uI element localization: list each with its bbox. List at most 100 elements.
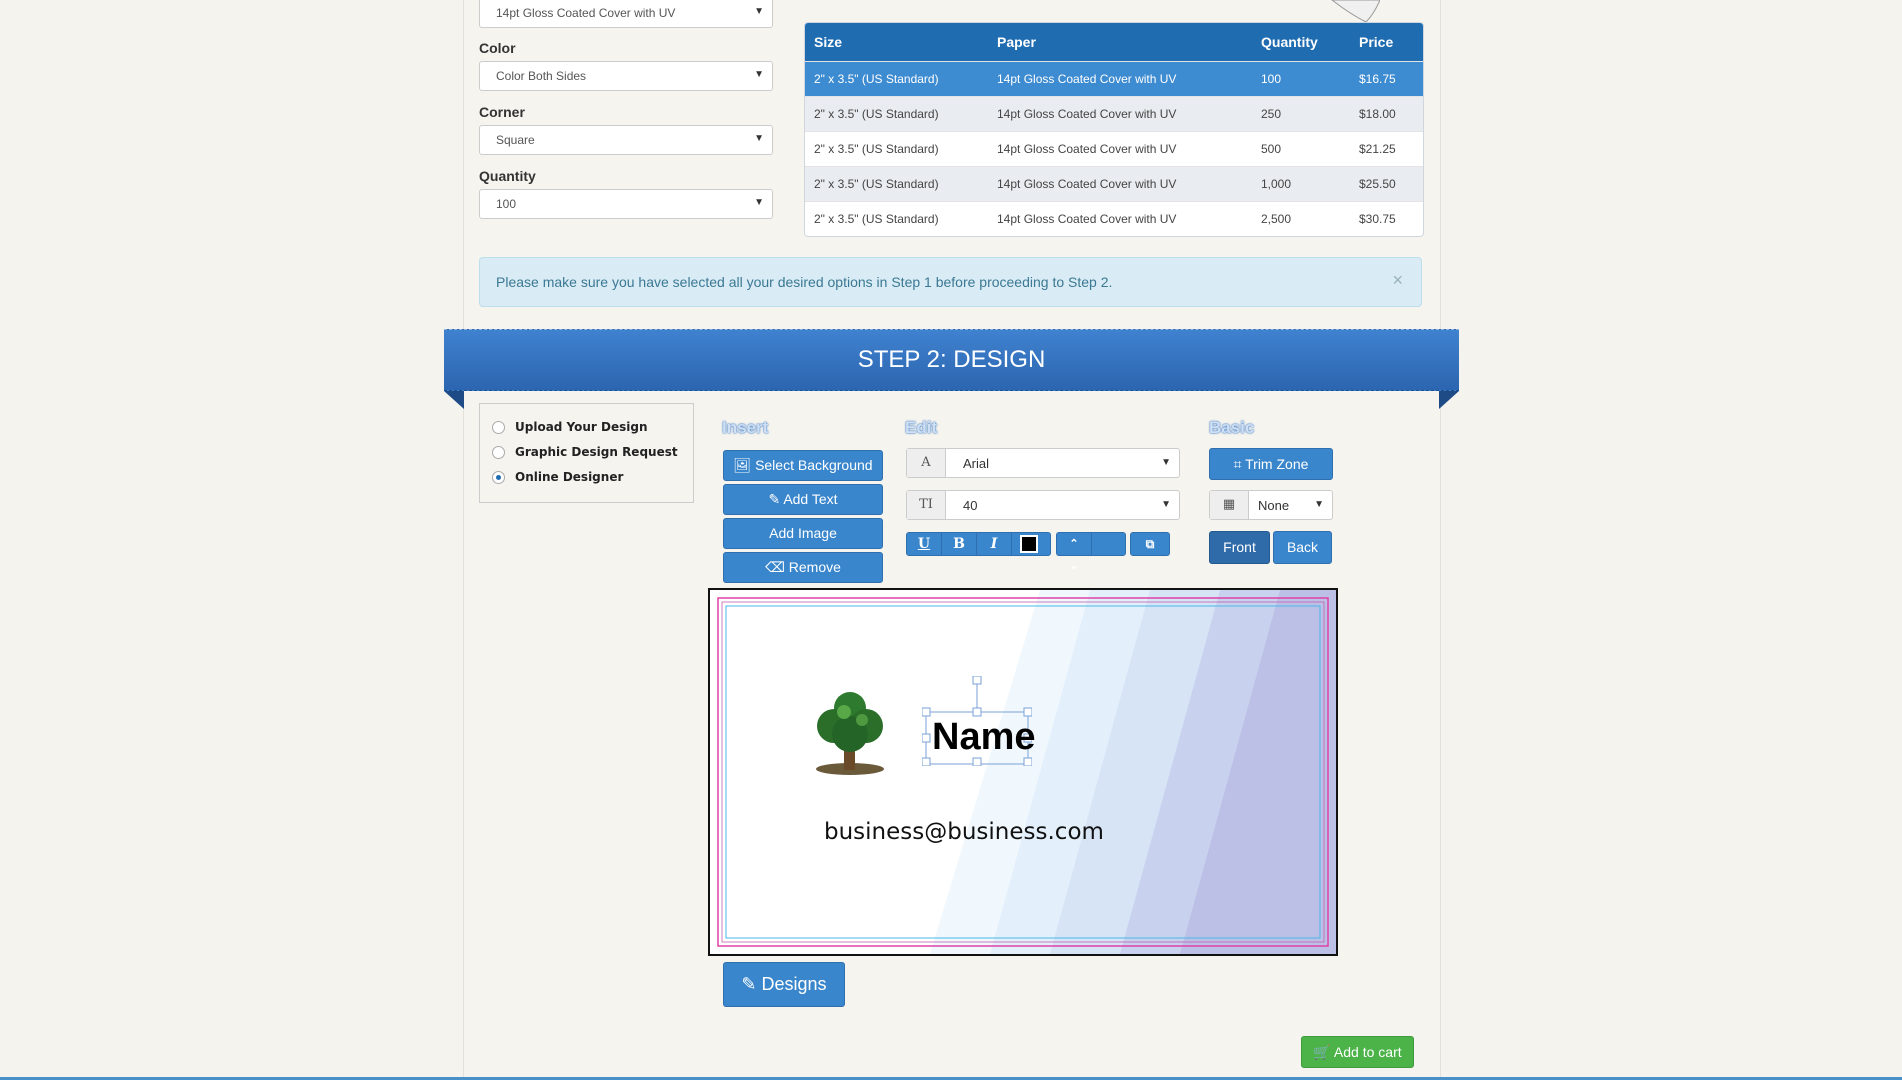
remove-button[interactable]: ⌫ Remove bbox=[723, 552, 883, 583]
cell-size: 2" x 3.5" (US Standard) bbox=[805, 96, 988, 132]
add-text-button[interactable]: ✎ Add Text bbox=[723, 484, 883, 515]
banner-fold-right bbox=[1439, 391, 1459, 409]
add-to-cart-button[interactable]: 🛒 Add to cart bbox=[1301, 1036, 1414, 1068]
cell-paper: 14pt Gloss Coated Cover with UV bbox=[988, 131, 1252, 167]
select-background-button[interactable]: 🖼 Select Background bbox=[723, 450, 883, 481]
option-label: Online Designer bbox=[515, 470, 624, 484]
cell-quantity: 250 bbox=[1252, 96, 1350, 132]
front-label: Front bbox=[1223, 539, 1256, 555]
card-name-text[interactable]: Name bbox=[932, 716, 1036, 759]
table-row[interactable]: 2" x 3.5" (US Standard) 14pt Gloss Coate… bbox=[805, 96, 1423, 132]
grid-select[interactable]: ▦ None ▼ bbox=[1209, 490, 1333, 520]
quantity-select-value: 100 bbox=[496, 197, 517, 211]
grid-value: None bbox=[1258, 498, 1290, 513]
cell-price: $30.75 bbox=[1350, 201, 1423, 236]
grid-icon: ▦ bbox=[1210, 491, 1249, 519]
front-side-button[interactable]: Front bbox=[1209, 531, 1270, 564]
cell-quantity: 2,500 bbox=[1252, 201, 1350, 236]
cell-paper: 14pt Gloss Coated Cover with UV bbox=[988, 166, 1252, 202]
alert-text: Please make sure you have selected all y… bbox=[496, 274, 1113, 290]
cell-price: $21.25 bbox=[1350, 131, 1423, 167]
cell-quantity: 1,000 bbox=[1252, 166, 1350, 202]
radio-button[interactable] bbox=[492, 446, 505, 459]
step2-banner: STEP 2: DESIGN bbox=[444, 329, 1459, 391]
cell-size: 2" x 3.5" (US Standard) bbox=[805, 201, 988, 236]
cell-size: 2" x 3.5" (US Standard) bbox=[805, 61, 988, 97]
chevron-down-icon: ▼ bbox=[754, 69, 764, 80]
pencil-icon: ✎ bbox=[768, 491, 781, 507]
cart-icon: 🛒 bbox=[1313, 1044, 1331, 1060]
corner-select[interactable]: Square ▼ bbox=[479, 125, 773, 155]
color-label: Color bbox=[479, 40, 516, 56]
crop-icon: ⌗ bbox=[1233, 456, 1242, 472]
chevron-down-icon: ▼ bbox=[1161, 499, 1171, 510]
bring-forward-icon[interactable]: ⌃ bbox=[1057, 533, 1092, 555]
tree-image[interactable] bbox=[814, 686, 894, 782]
add-image-button[interactable]: Add Image bbox=[723, 518, 883, 549]
back-label: Back bbox=[1286, 539, 1319, 555]
quantity-label: Quantity bbox=[479, 168, 536, 184]
chevron-down-icon: ▼ bbox=[1314, 499, 1324, 510]
chevron-down-icon: ▼ bbox=[754, 197, 764, 208]
edit-section-title: Edit bbox=[905, 418, 938, 437]
add-to-cart-label: Add to cart bbox=[1333, 1044, 1402, 1060]
bold-button[interactable]: B bbox=[942, 533, 977, 555]
option-online-designer[interactable]: Online Designer bbox=[492, 470, 623, 484]
option-graphic-design-request[interactable]: Graphic Design Request bbox=[492, 445, 678, 459]
step1-reminder-alert: Please make sure you have selected all y… bbox=[479, 257, 1422, 307]
card-background bbox=[717, 590, 1336, 954]
close-icon[interactable]: × bbox=[1392, 270, 1403, 291]
radio-button[interactable] bbox=[492, 421, 505, 434]
image-icon: 🖼 bbox=[733, 457, 752, 473]
back-side-button[interactable]: Back bbox=[1273, 531, 1332, 564]
color-swatch bbox=[1020, 535, 1038, 553]
color-picker-button[interactable] bbox=[1012, 533, 1046, 555]
quantity-select[interactable]: 100 ▼ bbox=[479, 189, 773, 219]
cell-paper: 14pt Gloss Coated Cover with UV bbox=[988, 61, 1252, 97]
send-backward-icon[interactable]: ⌄ bbox=[1057, 555, 1091, 577]
price-table: Size Paper Quantity Price 2" x 3.5" (US … bbox=[804, 22, 1424, 237]
table-row[interactable]: 2" x 3.5" (US Standard) 14pt Gloss Coate… bbox=[805, 61, 1423, 97]
font-size-select[interactable]: TI 40 ▼ bbox=[906, 490, 1180, 520]
column-header-quantity: Quantity bbox=[1252, 23, 1350, 62]
layer-order-toolbar: ⌃⌄ bbox=[1056, 532, 1126, 572]
designs-button[interactable]: ✎ Designs bbox=[723, 962, 845, 1007]
text-size-icon: TI bbox=[907, 491, 946, 519]
font-family-select[interactable]: A Arial ▼ bbox=[906, 448, 1180, 478]
trim-zone-button[interactable]: ⌗ Trim Zone bbox=[1209, 448, 1333, 480]
banner-fold-left bbox=[444, 391, 464, 409]
table-row[interactable]: 2" x 3.5" (US Standard) 14pt Gloss Coate… bbox=[805, 201, 1423, 236]
paper-select[interactable]: 14pt Gloss Coated Cover with UV ▼ bbox=[479, 0, 773, 28]
insert-section-title: Insert bbox=[722, 418, 769, 437]
table-row[interactable]: 2" x 3.5" (US Standard) 14pt Gloss Coate… bbox=[805, 166, 1423, 202]
font-size-value: 40 bbox=[963, 498, 978, 513]
radio-button-selected[interactable] bbox=[492, 471, 505, 484]
eraser-icon: ⌫ bbox=[765, 559, 785, 575]
color-select-value: Color Both Sides bbox=[496, 69, 587, 83]
text-selection-box[interactable]: Name bbox=[922, 676, 1036, 766]
cell-paper: 14pt Gloss Coated Cover with UV bbox=[988, 96, 1252, 132]
color-select[interactable]: Color Both Sides ▼ bbox=[479, 61, 773, 91]
trim-zone-label: Trim Zone bbox=[1245, 456, 1309, 472]
price-table-header: Size Paper Quantity Price bbox=[805, 23, 1423, 62]
duplicate-button[interactable]: ⧉ bbox=[1130, 532, 1170, 556]
underline-button[interactable]: U bbox=[907, 533, 942, 555]
basic-section-title: Basic bbox=[1209, 418, 1255, 437]
table-row[interactable]: 2" x 3.5" (US Standard) 14pt Gloss Coate… bbox=[805, 131, 1423, 167]
corner-select-value: Square bbox=[496, 133, 535, 147]
add-text-label: Add Text bbox=[783, 491, 838, 507]
chevron-down-icon: ▼ bbox=[1161, 457, 1171, 468]
cell-quantity: 500 bbox=[1252, 131, 1350, 167]
column-header-paper: Paper bbox=[988, 23, 1252, 62]
cell-price: $18.00 bbox=[1350, 96, 1423, 132]
add-image-label: Add Image bbox=[769, 525, 837, 541]
paper-select-value: 14pt Gloss Coated Cover with UV bbox=[496, 6, 676, 20]
font-icon: A bbox=[907, 449, 946, 477]
italic-button[interactable]: I bbox=[977, 533, 1012, 555]
cell-quantity: 100 bbox=[1252, 61, 1350, 97]
corner-label: Corner bbox=[479, 104, 525, 120]
copy-icon: ⧉ bbox=[1145, 537, 1155, 551]
option-upload-design[interactable]: Upload Your Design bbox=[492, 420, 648, 434]
card-email-text[interactable]: business@business.com bbox=[824, 819, 1104, 845]
design-canvas[interactable]: Name business@business.com bbox=[708, 588, 1338, 956]
